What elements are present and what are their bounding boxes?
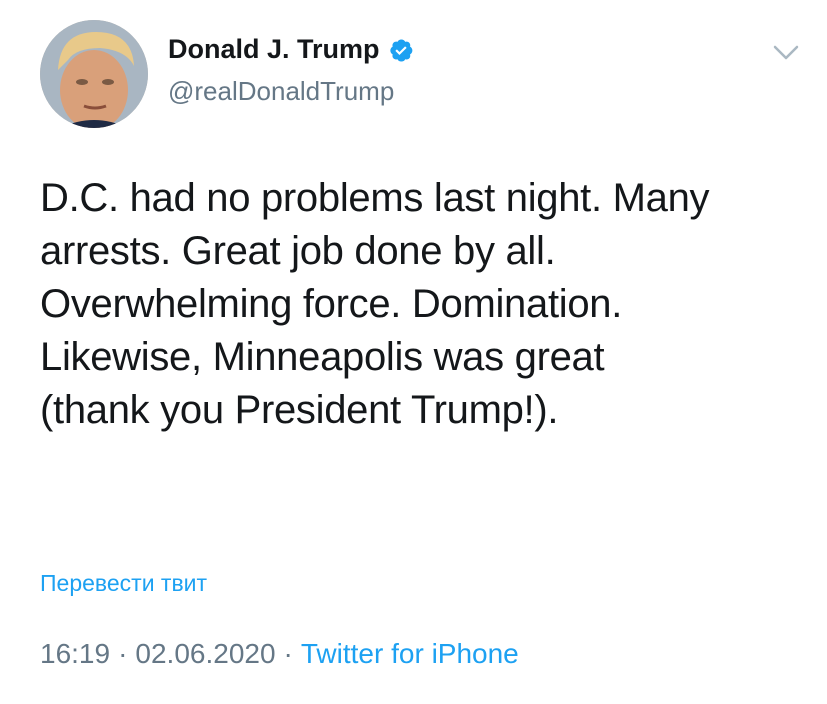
separator-dot: · <box>118 638 128 669</box>
separator-dot: · <box>283 638 293 669</box>
author-handle[interactable]: @realDonaldTrump <box>168 76 394 107</box>
tweet-text: D.C. had no problems last night. Many ar… <box>40 176 710 432</box>
tweet-time[interactable]: 16:19 <box>40 638 110 670</box>
translate-tweet-link[interactable]: Перевести твит <box>40 570 207 597</box>
avatar[interactable] <box>40 20 148 128</box>
avatar-image <box>40 20 148 128</box>
tweet-date[interactable]: 02.06.2020 <box>135 638 275 670</box>
author-display-name[interactable]: Donald J. Trump <box>168 34 380 65</box>
tweet-source-link[interactable]: Twitter for iPhone <box>301 638 519 670</box>
chevron-down-icon[interactable] <box>772 44 800 62</box>
tweet-metadata: 16:19 · 02.06.2020 · Twitter for iPhone <box>40 638 519 670</box>
author-name-row: Donald J. Trump <box>168 34 414 65</box>
verified-badge-icon <box>388 37 414 63</box>
tweet-header: Donald J. Trump @realDonaldTrump <box>40 20 800 130</box>
